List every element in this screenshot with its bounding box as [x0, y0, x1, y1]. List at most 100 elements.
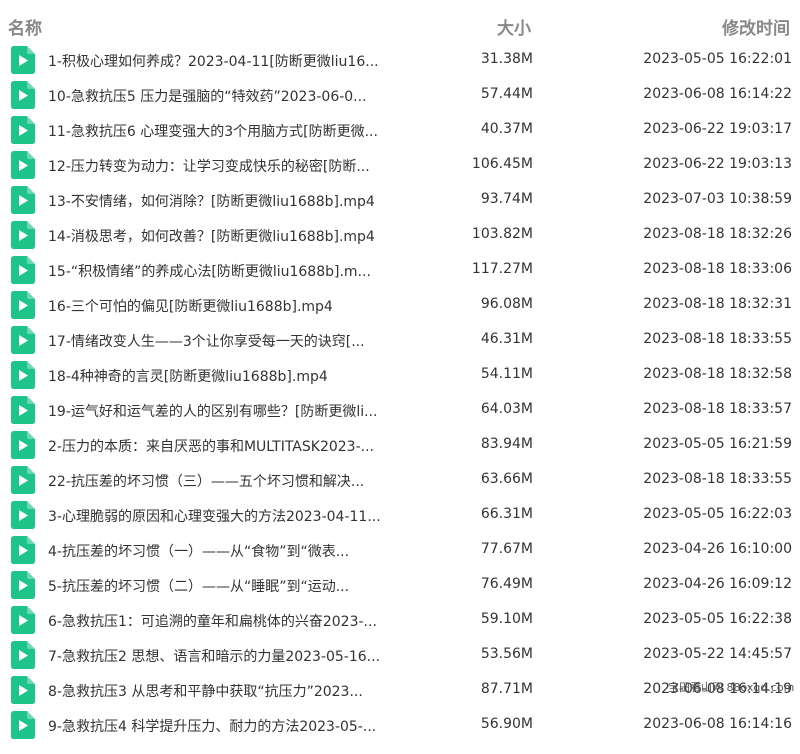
file-row[interactable]: 19-运气好和运气差的人的区别有哪些？[防断更微li... 64.03M 2023-… [0, 392, 800, 427]
file-row[interactable]: 14-消极思考，如何改善？[防断更微liu1688b].mp4 103.82M 20… [0, 217, 800, 252]
video-file-icon [11, 151, 35, 179]
file-modified-time: 2023-06-22 19:03:13 [643, 156, 792, 172]
file-name[interactable]: 7-急救抗压2 思想、语言和暗示的力量2023-05-16... [48, 646, 408, 666]
video-file-icon [11, 221, 35, 249]
file-size: 76.49M [480, 576, 533, 592]
file-modified-time: 2023-05-05 16:22:38 [643, 611, 792, 627]
video-file-icon [11, 396, 35, 424]
file-modified-time: 2023-07-03 10:38:59 [643, 191, 792, 207]
file-row[interactable]: 1-积极心理如何养成？2023-04-11[防断更微liu16... 31.38M… [0, 42, 800, 77]
file-size: 77.67M [480, 541, 533, 557]
video-file-icon [11, 291, 35, 319]
file-modified-time: 2023-06-22 19:03:17 [643, 121, 792, 137]
video-file-icon [11, 501, 35, 529]
file-size: 83.94M [480, 436, 533, 452]
file-size: 96.08M [480, 296, 533, 312]
file-modified-time: 2023-05-05 16:21:59 [643, 436, 792, 452]
file-row[interactable]: 18-4种神奇的言灵[防断更微liu1688b].mp4 54.11M 2023-0… [0, 357, 800, 392]
file-name[interactable]: 22-抗压差的坏习惯（三）——五个坏习惯和解决... [48, 471, 408, 491]
file-name[interactable]: 9-急救抗压4 科学提升压力、耐力的方法2023-05-... [48, 716, 408, 736]
file-modified-time: 2023-05-05 16:22:03 [643, 506, 792, 522]
file-row[interactable]: 4-抗压差的坏习惯（一）——从“食物”到“微表... 77.67M 2023-04-… [0, 532, 800, 567]
file-row[interactable]: 10-急救抗压5 压力是强脑的“特效药”2023-06-0... 57.44M 20… [0, 77, 800, 112]
file-row[interactable]: 13-不安情绪，如何消除？[防断更微liu1688b].mp4 93.74M 202… [0, 182, 800, 217]
column-header-modified-time[interactable]: 修改时间 [722, 14, 790, 39]
file-name[interactable]: 4-抗压差的坏习惯（一）——从“食物”到“微表... [48, 541, 408, 561]
file-modified-time: 2023-04-26 16:10:00 [643, 541, 792, 557]
video-file-icon [11, 81, 35, 109]
file-row[interactable]: 7-急救抗压2 思想、语言和暗示的力量2023-05-16... 53.56M 20… [0, 637, 800, 672]
file-size: 31.38M [480, 51, 533, 67]
file-size: 103.82M [471, 226, 533, 242]
file-row[interactable]: 16-三个可怕的偏见[防断更微liu1688b].mp4 96.08M 2023-0… [0, 287, 800, 322]
file-name[interactable]: 8-急救抗压3 从思考和平静中获取“抗压力”2023... [48, 681, 408, 701]
video-file-icon [11, 186, 35, 214]
file-row[interactable]: 6-急救抗压1：可追溯的童年和扁桃体的兴奋2023-... 59.10M 2023-… [0, 602, 800, 637]
file-size: 117.27M [471, 261, 533, 277]
file-list: 1-积极心理如何养成？2023-04-11[防断更微liu16... 31.38M… [0, 42, 800, 742]
file-row[interactable]: 17-情绪改变人生——3个让你享受每一天的诀窍[... 46.31M 2023-08… [0, 322, 800, 357]
file-size: 53.56M [480, 646, 533, 662]
file-name[interactable]: 10-急救抗压5 压力是强脑的“特效药”2023-06-0... [48, 86, 408, 106]
video-file-icon [11, 711, 35, 739]
file-row[interactable]: 2-压力的本质：来自厌恶的事和MULTITASK2023-... 83.94M 20… [0, 427, 800, 462]
file-row[interactable]: 15-“积极情绪”的养成心法[防断更微liu1688b].m... 117.27M… [0, 252, 800, 287]
file-size: 54.11M [480, 366, 533, 382]
video-file-icon [11, 431, 35, 459]
file-modified-time: 2023-05-05 16:22:01 [643, 51, 792, 67]
file-modified-time: 2023-04-26 16:09:12 [643, 576, 792, 592]
column-header-size[interactable]: 大小 [497, 14, 531, 39]
file-name[interactable]: 13-不安情绪，如何消除？[防断更微liu1688b].mp4 [48, 191, 408, 211]
file-name[interactable]: 14-消极思考，如何改善？[防断更微liu1688b].mp4 [48, 226, 408, 246]
file-modified-time: 2023-08-18 18:33:55 [643, 331, 792, 347]
file-name[interactable]: 3-心理脆弱的原因和心理变强大的方法2023-04-11... [48, 506, 408, 526]
file-modified-time: 2023-05-22 14:45:57 [643, 646, 792, 662]
file-list-header: 名称 大小 修改时间 [0, 0, 800, 48]
video-file-icon [11, 361, 35, 389]
file-size: 64.03M [480, 401, 533, 417]
file-size: 40.37M [480, 121, 533, 137]
file-modified-time: 2023-08-18 18:33:06 [643, 261, 792, 277]
video-file-icon [11, 606, 35, 634]
file-row[interactable]: 11-急救抗压6 心理变强大的3个用脑方式[防断更微... 40.37M 2023-… [0, 112, 800, 147]
video-file-icon [11, 571, 35, 599]
file-name[interactable]: 16-三个可怕的偏见[防断更微liu1688b].mp4 [48, 296, 408, 316]
file-modified-time: 2023-08-18 18:32:31 [643, 296, 792, 312]
video-file-icon [11, 536, 35, 564]
file-modified-time: 2023-08-18 18:32:26 [643, 226, 792, 242]
file-name[interactable]: 18-4种神奇的言灵[防断更微liu1688b].mp4 [48, 366, 408, 386]
video-file-icon [11, 256, 35, 284]
file-row[interactable]: 5-抗压差的坏习惯（二）——从“睡眠”到“运动... 76.49M 2023-04-… [0, 567, 800, 602]
file-name[interactable]: 2-压力的本质：来自厌恶的事和MULTITASK2023-... [48, 436, 408, 456]
file-modified-time: 2023-08-18 18:33:55 [643, 471, 792, 487]
file-size: 93.74M [480, 191, 533, 207]
video-file-icon [11, 676, 35, 704]
file-row[interactable]: 22-抗压差的坏习惯（三）——五个坏习惯和解决... 63.66M 2023-08-… [0, 462, 800, 497]
file-name[interactable]: 5-抗压差的坏习惯（二）——从“睡眠”到“运动... [48, 576, 408, 596]
video-file-icon [11, 641, 35, 669]
file-size: 59.10M [480, 611, 533, 627]
file-name[interactable]: 1-积极心理如何养成？2023-04-11[防断更微liu16... [48, 51, 408, 71]
file-row[interactable]: 9-急救抗压4 科学提升压力、耐力的方法2023-05-... 56.90M 202… [0, 707, 800, 742]
file-name[interactable]: 11-急救抗压6 心理变强大的3个用脑方式[防断更微... [48, 121, 408, 141]
file-size: 66.31M [480, 506, 533, 522]
file-name[interactable]: 17-情绪改变人生——3个让你享受每一天的诀窍[... [48, 331, 408, 351]
file-size: 57.44M [480, 86, 533, 102]
file-size: 106.45M [471, 156, 533, 172]
file-name[interactable]: 12-压力转变为动力：让学习变成快乐的秘密[防断... [48, 156, 408, 176]
file-name[interactable]: 6-急救抗压1：可追溯的童年和扁桃体的兴奋2023-... [48, 611, 408, 631]
file-size: 46.31M [480, 331, 533, 347]
file-name[interactable]: 15-“积极情绪”的养成心法[防断更微liu1688b].m... [48, 261, 408, 281]
file-modified-time: 2023-06-08 16:14:22 [643, 86, 792, 102]
file-size: 56.90M [480, 716, 533, 732]
file-modified-time: 2023-06-08 16:14:16 [643, 716, 792, 732]
video-file-icon [11, 466, 35, 494]
file-row[interactable]: 3-心理脆弱的原因和心理变强大的方法2023-04-11... 66.31M 202… [0, 497, 800, 532]
column-header-name[interactable]: 名称 [8, 14, 42, 39]
watermark: 宝田看山网 88oxqq.com [668, 681, 795, 694]
video-file-icon [11, 326, 35, 354]
file-row[interactable]: 12-压力转变为动力：让学习变成快乐的秘密[防断... 106.45M 2023-0… [0, 147, 800, 182]
file-name[interactable]: 19-运气好和运气差的人的区别有哪些？[防断更微li... [48, 401, 408, 421]
file-size: 63.66M [480, 471, 533, 487]
file-modified-time: 2023-08-18 18:33:57 [643, 401, 792, 417]
